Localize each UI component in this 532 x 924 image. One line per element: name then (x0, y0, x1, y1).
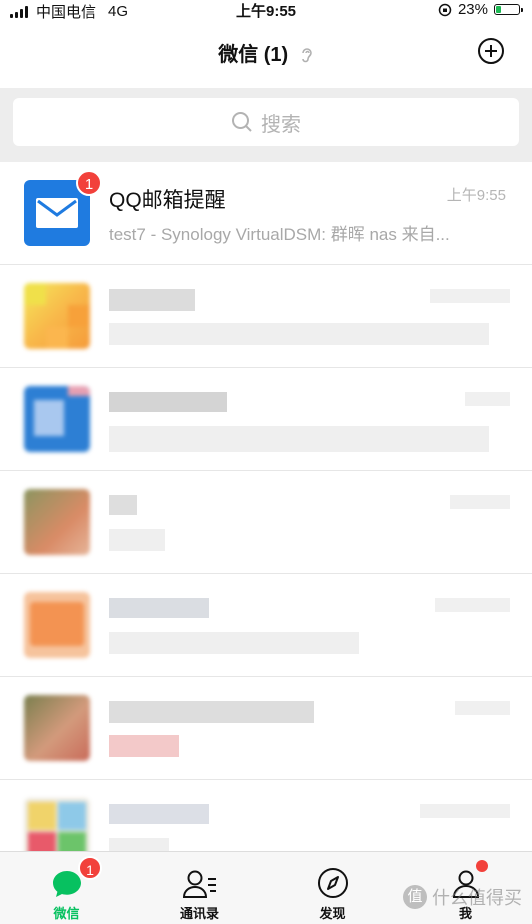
chat-row-redacted[interactable] (0, 265, 532, 368)
avatar (24, 592, 90, 658)
battery-icon (494, 4, 523, 15)
chat-list: 1 QQ邮箱提醒 上午9:55 test7 - Synology Virtual… (0, 162, 532, 882)
avatar (24, 386, 90, 452)
notification-dot (475, 860, 488, 872)
add-button[interactable] (478, 38, 504, 64)
chat-row-redacted[interactable] (0, 471, 532, 574)
tab-label: 通讯录 (179, 906, 219, 921)
chat-row-redacted[interactable] (0, 677, 532, 780)
chat-row-qq-mail[interactable]: 1 QQ邮箱提醒 上午9:55 test7 - Synology Virtual… (0, 162, 532, 265)
chat-name: QQ邮箱提醒 (109, 189, 226, 212)
redacted-name (109, 392, 227, 412)
battery-percent: 23% (457, 1, 488, 18)
mail-icon (36, 198, 78, 228)
redacted-preview (109, 323, 489, 345)
redacted-time (435, 598, 510, 612)
redacted-preview (109, 426, 489, 452)
redacted-time (450, 495, 510, 509)
tab-badge: 1 (78, 856, 102, 880)
ear-icon (301, 48, 312, 63)
redacted-name (109, 289, 195, 311)
compass-icon (317, 868, 348, 898)
tab-wechat[interactable]: 1 微信 (0, 852, 133, 924)
status-right: 23% (438, 1, 523, 18)
search-input[interactable]: 搜索 (13, 98, 519, 146)
avatar (24, 489, 90, 555)
redacted-name (109, 495, 137, 515)
page-title-wrap: 微信 (1) (0, 38, 532, 67)
redacted-name (109, 804, 209, 824)
avatar (24, 283, 90, 349)
watermark: 值 什么值得买 (403, 884, 522, 910)
status-bar: 中国电信 4G 上午9:55 23% (0, 0, 532, 21)
tab-label: 发现 (319, 906, 346, 921)
redacted-time (430, 289, 510, 303)
redacted-preview (109, 632, 359, 654)
chat-row-redacted[interactable] (0, 574, 532, 677)
nav-header: 微信 (1) (0, 20, 532, 88)
tab-contacts[interactable]: 通讯录 (133, 852, 266, 924)
redacted-time (420, 804, 510, 818)
avatar (24, 695, 90, 761)
tab-discover[interactable]: 发现 (266, 852, 399, 924)
redacted-time (465, 392, 510, 406)
redacted-name (109, 701, 314, 723)
rotation-lock-icon (438, 3, 452, 16)
search-icon (232, 112, 252, 132)
chat-bubble-icon (52, 871, 81, 897)
watermark-logo: 值 (403, 885, 427, 909)
redacted-preview (109, 735, 179, 757)
page-title: 微信 (1) (218, 44, 289, 66)
watermark-text: 什么值得买 (432, 888, 522, 908)
unread-badge: 1 (76, 170, 102, 196)
redacted-name (109, 598, 209, 618)
chat-preview: test7 - Synology VirtualDSM: 群晖 nas 来自..… (109, 225, 450, 244)
redacted-time (455, 701, 510, 715)
contacts-icon (182, 870, 216, 898)
search-placeholder: 搜索 (261, 113, 301, 136)
chat-row-redacted[interactable] (0, 368, 532, 471)
redacted-preview (109, 529, 165, 551)
tab-label: 微信 (53, 906, 80, 921)
search-area: 搜索 (0, 88, 532, 162)
chat-time: 上午9:55 (446, 187, 506, 204)
